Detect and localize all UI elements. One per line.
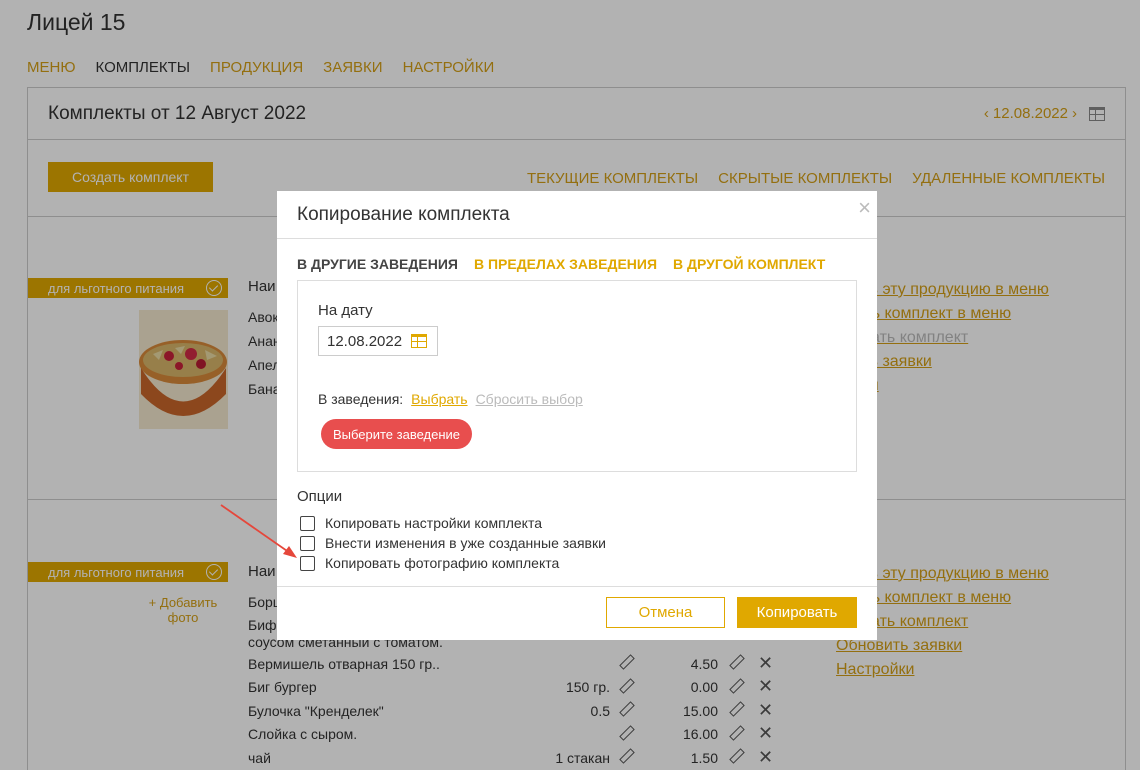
tab-same-venue[interactable]: В ПРЕДЕЛАХ ЗАВЕДЕНИЯ [474,256,657,272]
copy-target-tabs: В ДРУГИЕ ЗАВЕДЕНИЯ В ПРЕДЕЛАХ ЗАВЕДЕНИЯ … [297,256,825,272]
option-label: Копировать фотографию комплекта [325,555,560,571]
date-label: На дату [318,302,373,319]
option-copy-settings[interactable]: Копировать настройки комплекта [300,515,542,531]
checkbox[interactable] [300,535,315,551]
date-field-value: 12.08.2022 [327,332,403,350]
select-venue-link[interactable]: Выбрать [411,391,467,407]
select-venue-warning[interactable]: Выберите заведение [321,419,472,449]
venue-row: В заведения: Выбрать Сбросить выбор [318,391,583,407]
checkbox[interactable] [300,515,315,531]
tab-other-set[interactable]: В ДРУГОЙ КОМПЛЕКТ [673,256,825,272]
venue-label: В заведения: [318,391,404,407]
cancel-button[interactable]: Отмена [606,597,725,628]
copy-settings-box: На дату 12.08.2022 В заведения: Выбрать … [297,280,857,472]
divider [277,238,877,239]
tab-other-venues[interactable]: В ДРУГИЕ ЗАВЕДЕНИЯ [297,256,458,272]
divider [277,586,877,587]
option-update-orders[interactable]: Внести изменения в уже созданные заявки [300,535,606,551]
options-label: Опции [297,488,343,505]
option-copy-photo[interactable]: Копировать фотографию комплекта [300,555,559,571]
copy-set-dialog: Копирование комплекта × В ДРУГИЕ ЗАВЕДЕН… [277,191,877,640]
option-label: Внести изменения в уже созданные заявки [325,535,606,551]
calendar-icon[interactable] [411,334,427,348]
close-icon[interactable]: × [858,195,871,221]
reset-selection-link[interactable]: Сбросить выбор [476,391,583,407]
option-label: Копировать настройки комплекта [325,515,542,531]
checkbox[interactable] [300,555,315,571]
date-field[interactable]: 12.08.2022 [318,326,438,356]
copy-button[interactable]: Копировать [737,597,857,628]
dialog-title: Копирование комплекта [297,204,510,225]
